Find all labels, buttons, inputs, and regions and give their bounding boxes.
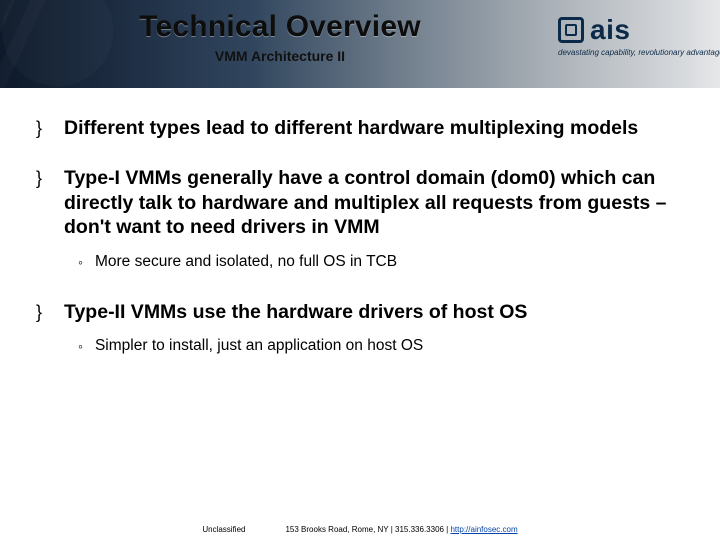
slide-header: Technical Overview VMM Architecture II a… — [0, 0, 720, 88]
sub-bullet-item: ◦ More secure and isolated, no full OS i… — [78, 252, 684, 272]
bullet-item: } Different types lead to different hard… — [36, 116, 684, 140]
sub-bullet-item: ◦ Simpler to install, just an applicatio… — [78, 336, 684, 356]
footer-url-link[interactable]: http://ainfosec.com — [450, 525, 517, 534]
slide-footer: Unclassified 153 Brooks Road, Rome, NY |… — [0, 525, 720, 534]
slide-body: } Different types lead to different hard… — [0, 88, 720, 356]
logo-tagline: devastating capability, revolutionary ad… — [558, 48, 708, 57]
bullet-item: } Type-I VMMs generally have a control d… — [36, 166, 684, 239]
bullet-text: Type-I VMMs generally have a control dom… — [64, 166, 684, 239]
bullet-icon: } — [36, 166, 50, 190]
bullet-text: Type-II VMMs use the hardware drivers of… — [64, 300, 527, 324]
sub-bullet-icon: ◦ — [78, 252, 83, 272]
bullet-item: } Type-II VMMs use the hardware drivers … — [36, 300, 684, 324]
title-block: Technical Overview VMM Architecture II — [0, 10, 560, 64]
footer-contact: 153 Brooks Road, Rome, NY | 315.336.3306… — [285, 525, 517, 534]
slide: Technical Overview VMM Architecture II a… — [0, 0, 720, 540]
logo-block: ais devastating capability, revolutionar… — [558, 14, 708, 57]
logo-text: ais — [590, 14, 630, 46]
sub-bullet-text: More secure and isolated, no full OS in … — [95, 252, 397, 272]
sub-bullet-text: Simpler to install, just an application … — [95, 336, 423, 356]
bullet-icon: } — [36, 300, 50, 324]
footer-contact-text: 153 Brooks Road, Rome, NY | 315.336.3306… — [285, 525, 450, 534]
bullet-text: Different types lead to different hardwa… — [64, 116, 638, 140]
footer-classification: Unclassified — [202, 525, 245, 534]
logo-icon — [558, 17, 584, 43]
slide-title: Technical Overview — [0, 10, 560, 44]
bullet-icon: } — [36, 116, 50, 140]
sub-bullet-icon: ◦ — [78, 336, 83, 356]
slide-subtitle: VMM Architecture II — [0, 48, 560, 64]
